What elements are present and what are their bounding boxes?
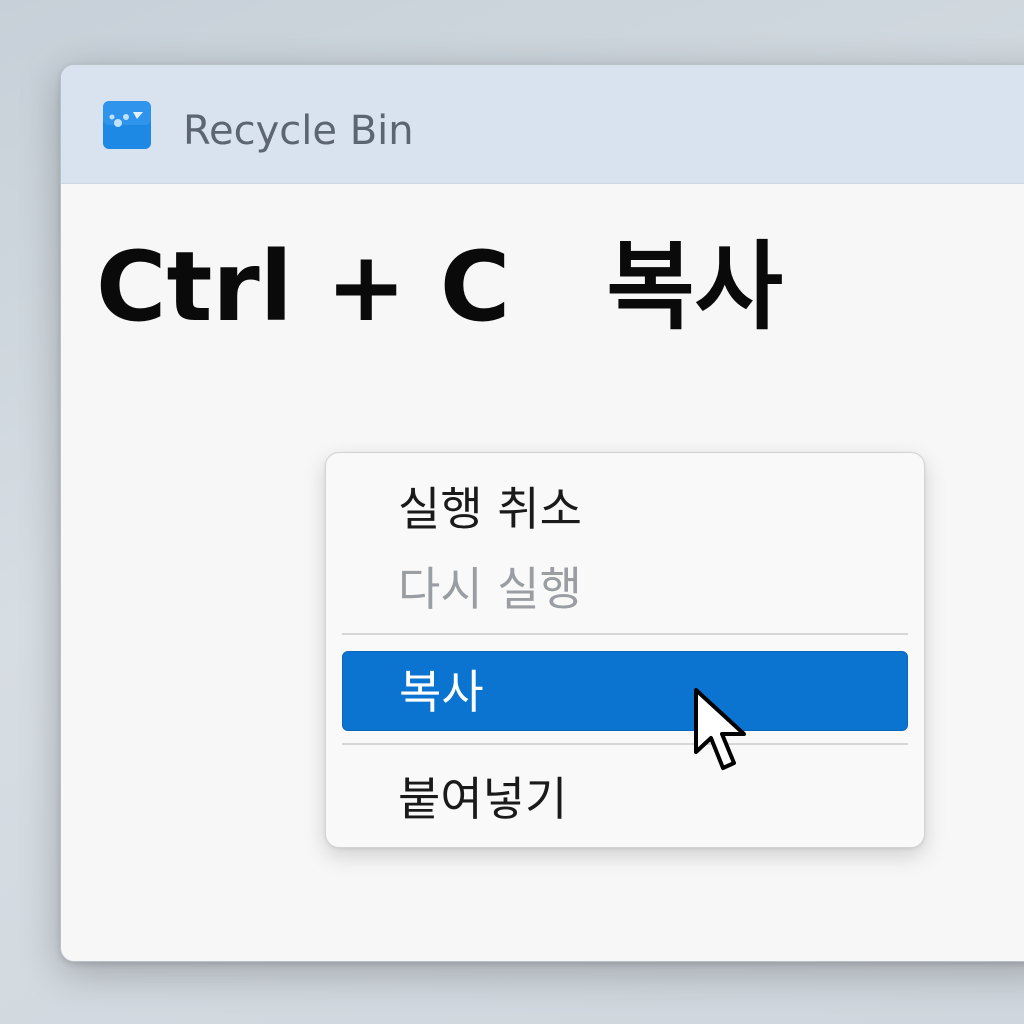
shortcut-headline: Ctrl + C 복사 <box>96 222 783 352</box>
menu-separator <box>342 633 908 635</box>
menu-item-paste[interactable]: 붙여넣기 <box>342 759 908 839</box>
menu-item-redo[interactable]: 다시 실행 <box>342 549 908 629</box>
menu-item-label: 붙여넣기 <box>398 772 568 826</box>
arrow-pointer-icon <box>694 688 746 770</box>
menu-item-label: 다시 실행 <box>398 562 582 616</box>
window-title: Recycle Bin <box>183 108 414 154</box>
menu-item-label: 복사 <box>399 665 484 719</box>
title-bar[interactable]: Recycle Bin <box>61 65 1024 184</box>
context-menu: 실행 취소 다시 실행 복사 붙여넣기 <box>325 452 925 848</box>
recycle-bin-icon <box>103 101 151 149</box>
shortcut-action-label: 복사 <box>606 231 783 343</box>
menu-item-copy[interactable]: 복사 <box>342 651 908 731</box>
shortcut-keys: Ctrl + C <box>96 231 511 343</box>
menu-item-label: 실행 취소 <box>398 482 582 536</box>
menu-item-undo[interactable]: 실행 취소 <box>342 469 908 549</box>
menu-separator <box>342 743 908 745</box>
